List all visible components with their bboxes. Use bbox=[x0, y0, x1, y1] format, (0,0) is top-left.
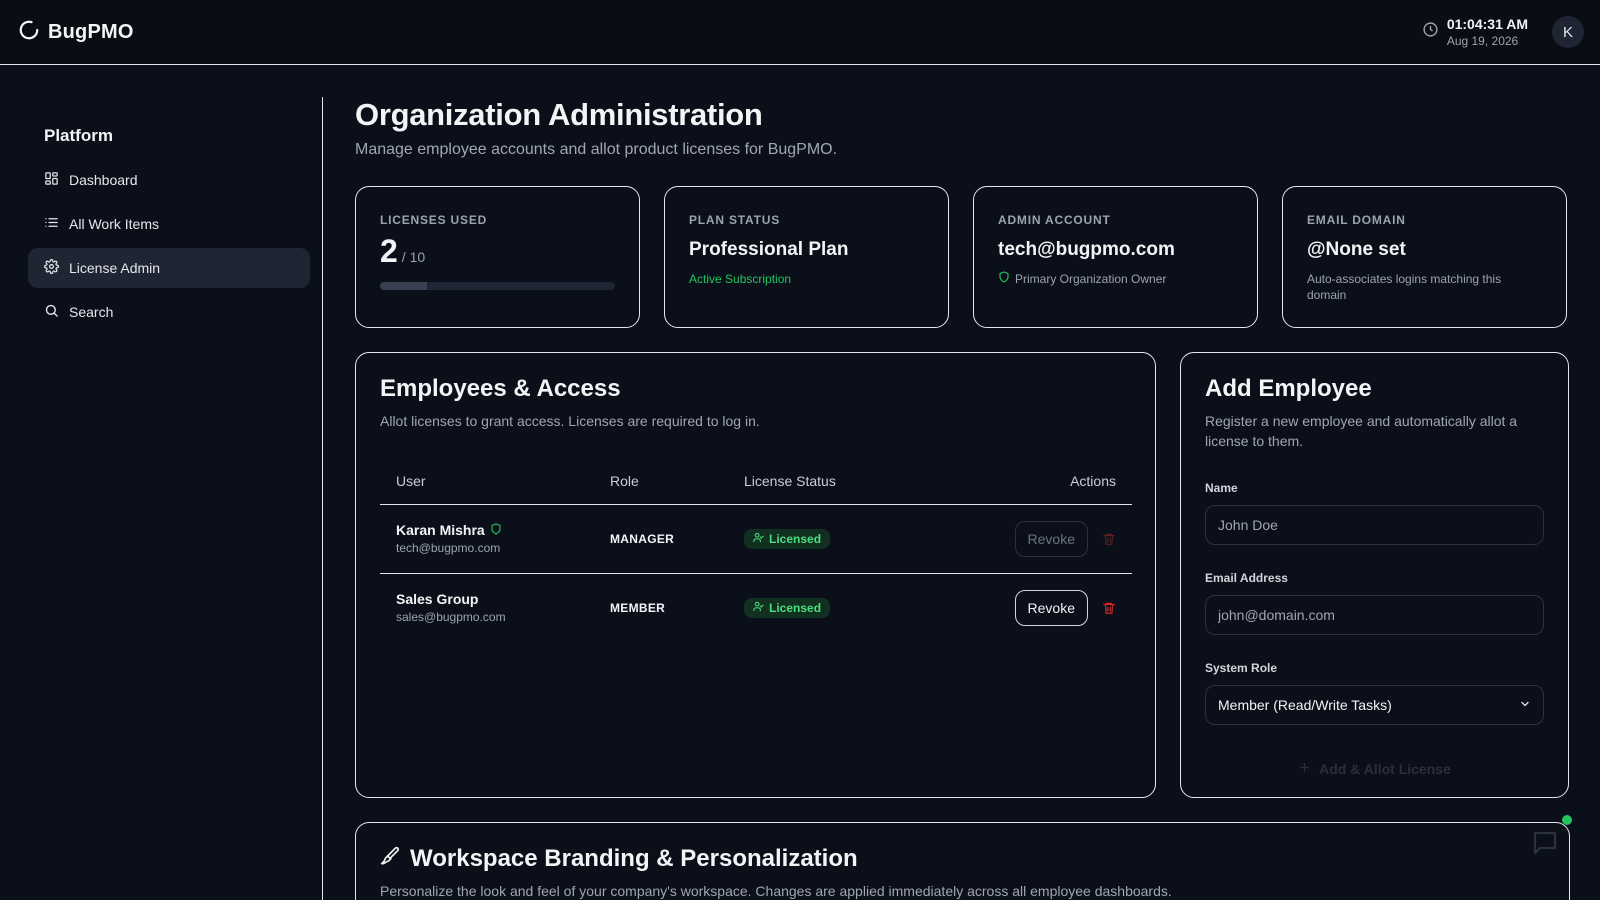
column-header-role: Role bbox=[594, 459, 728, 505]
status-badge: Licensed bbox=[744, 528, 831, 549]
chevron-down-icon bbox=[1519, 697, 1531, 713]
trash-icon[interactable] bbox=[1102, 532, 1116, 546]
shield-icon bbox=[998, 271, 1010, 287]
stat-label: EMAIL DOMAIN bbox=[1307, 213, 1406, 227]
email-input[interactable] bbox=[1205, 595, 1544, 635]
admin-role-note: Primary Organization Owner bbox=[1015, 272, 1167, 286]
stat-label: PLAN STATUS bbox=[689, 213, 781, 227]
user-role: MEMBER bbox=[610, 600, 666, 615]
column-header-user: User bbox=[380, 459, 594, 505]
status-label: Licensed bbox=[769, 600, 822, 615]
license-usage-fill bbox=[380, 282, 427, 290]
licenses-used-card: LICENSES USED 2/ 10 bbox=[355, 186, 640, 328]
avatar[interactable]: K bbox=[1552, 16, 1584, 48]
admin-email: tech@bugpmo.com bbox=[998, 239, 1175, 260]
email-label: Email Address bbox=[1205, 571, 1288, 585]
employees-panel: Employees & Access Allot licenses to gra… bbox=[355, 352, 1156, 798]
email-domain-value: @None set bbox=[1307, 239, 1406, 260]
logo-spinner-icon bbox=[18, 19, 40, 46]
revoke-button[interactable]: Revoke bbox=[1014, 589, 1088, 626]
branding-subtitle: Personalize the look and feel of your co… bbox=[380, 883, 1172, 899]
panel-title: Add Employee bbox=[1205, 375, 1372, 402]
user-name: Karan Mishra bbox=[396, 522, 485, 538]
table-row: Karan Mishra tech@bugpmo.com MANAGER Lic… bbox=[380, 504, 1132, 574]
user-check-icon bbox=[753, 601, 764, 615]
current-date: Aug 19, 2026 bbox=[1446, 34, 1519, 48]
user-name: Sales Group bbox=[396, 591, 479, 608]
email-domain-card: EMAIL DOMAIN @None set Auto-associates l… bbox=[1282, 186, 1567, 328]
panel-title: Employees & Access bbox=[380, 375, 621, 402]
page-title: Organization Administration bbox=[355, 97, 763, 132]
name-label: Name bbox=[1205, 481, 1238, 495]
current-time: 01:04:31 AM bbox=[1446, 16, 1528, 32]
gear-icon bbox=[44, 259, 59, 277]
column-header-license-status: License Status bbox=[728, 459, 928, 505]
plan-name: Professional Plan bbox=[689, 239, 849, 260]
plus-icon bbox=[1298, 761, 1311, 777]
user-role: MANAGER bbox=[610, 531, 675, 546]
license-usage-bar bbox=[380, 282, 615, 290]
licenses-used-count: 2 bbox=[380, 233, 398, 269]
clock-icon bbox=[1422, 21, 1439, 43]
role-select[interactable]: Member (Read/Write Tasks) bbox=[1205, 685, 1544, 725]
admin-account-card: ADMIN ACCOUNT tech@bugpmo.com Primary Or… bbox=[973, 186, 1258, 328]
online-status-dot bbox=[1562, 815, 1572, 825]
chat-button[interactable] bbox=[1530, 828, 1560, 863]
page-subtitle: Manage employee accounts and allot produ… bbox=[355, 141, 838, 158]
licenses-total: / 10 bbox=[401, 249, 426, 265]
table-row: Sales Group sales@bugpmo.com MEMBER Lice… bbox=[380, 573, 1132, 642]
sidebar-item-search[interactable]: Search bbox=[28, 292, 310, 332]
trash-icon[interactable] bbox=[1102, 601, 1116, 615]
sidebar: Platform Dashboard All Work Items Licens… bbox=[0, 97, 323, 900]
user-email: tech@bugpmo.com bbox=[396, 541, 501, 555]
sidebar-item-label: Search bbox=[69, 304, 114, 320]
employees-table: User Role License Status Actions Karan M… bbox=[380, 459, 1132, 642]
sidebar-title: Platform bbox=[44, 126, 113, 145]
name-input[interactable] bbox=[1205, 505, 1544, 545]
sidebar-item-license-admin[interactable]: License Admin bbox=[28, 248, 310, 288]
branding-title: Workspace Branding & Personalization bbox=[410, 845, 858, 872]
top-bar: BugPMO 01:04:31 AM Aug 19, 2026 K bbox=[0, 0, 1600, 65]
sidebar-item-label: License Admin bbox=[69, 260, 161, 276]
branding-panel: Workspace Branding & Personalization Per… bbox=[355, 822, 1570, 900]
paintbrush-icon bbox=[380, 845, 400, 873]
dashboard-grid-icon bbox=[44, 171, 59, 189]
status-badge: Licensed bbox=[744, 597, 831, 618]
sidebar-item-label: Dashboard bbox=[69, 172, 138, 188]
brand[interactable]: BugPMO bbox=[18, 19, 134, 46]
stat-label: LICENSES USED bbox=[380, 213, 488, 227]
panel-subtitle: Register a new employee and automaticall… bbox=[1205, 413, 1518, 449]
revoke-button[interactable]: Revoke bbox=[1014, 520, 1088, 557]
sidebar-item-dashboard[interactable]: Dashboard bbox=[28, 160, 310, 200]
main-content: Organization Administration Manage emplo… bbox=[355, 97, 1570, 900]
role-label: System Role bbox=[1205, 661, 1278, 675]
column-header-actions: Actions bbox=[928, 459, 1132, 505]
sidebar-item-all-work-items[interactable]: All Work Items bbox=[28, 204, 310, 244]
sidebar-item-label: All Work Items bbox=[69, 216, 159, 232]
plan-status-card: PLAN STATUS Professional Plan Active Sub… bbox=[664, 186, 949, 328]
status-label: Licensed bbox=[769, 531, 822, 546]
app-name: BugPMO bbox=[48, 20, 134, 43]
add-button-label: Add & Allot License bbox=[1319, 761, 1451, 777]
panel-subtitle: Allot licenses to grant access. Licenses… bbox=[380, 413, 760, 429]
subscription-status: Active Subscription bbox=[689, 272, 792, 286]
user-check-icon bbox=[753, 532, 764, 546]
add-employee-panel: Add Employee Register a new employee and… bbox=[1180, 352, 1569, 798]
stats-row: LICENSES USED 2/ 10 PLAN STATUS Professi… bbox=[355, 186, 1570, 328]
role-select-value: Member (Read/Write Tasks) bbox=[1218, 697, 1392, 713]
user-email: sales@bugpmo.com bbox=[396, 610, 506, 625]
stat-label: ADMIN ACCOUNT bbox=[998, 213, 1111, 227]
email-domain-note: Auto-associates logins matching this dom… bbox=[1307, 272, 1502, 302]
owner-shield-icon bbox=[490, 522, 502, 538]
search-icon bbox=[44, 303, 59, 321]
chat-icon bbox=[1530, 831, 1560, 862]
add-allot-license-button[interactable]: Add & Allot License bbox=[1205, 751, 1544, 787]
list-icon bbox=[44, 215, 59, 233]
clock: 01:04:31 AM Aug 19, 2026 bbox=[1422, 16, 1528, 48]
